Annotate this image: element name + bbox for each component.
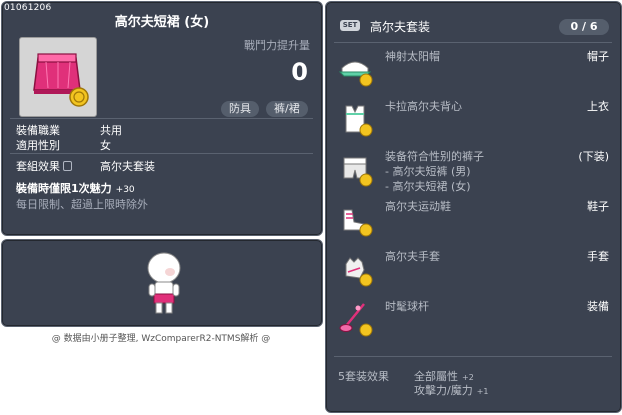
divider	[10, 153, 313, 154]
set-badge: SET	[340, 20, 360, 31]
gender-label: 適用性別	[16, 139, 60, 152]
coin-icon	[69, 87, 89, 107]
set-item: 时髦球杆 装備	[336, 300, 611, 345]
set-effect-count-label: 5套装效果	[338, 370, 389, 383]
glove-icon	[345, 257, 373, 287]
tag-pants-skirt: 裤/裙	[266, 101, 308, 117]
set-effect-value: +1	[476, 387, 489, 396]
set-item-sub: - 高尔夫短裙 (女)	[385, 180, 471, 193]
item-title: 高尔夫短裙 (女)	[114, 15, 210, 30]
set-item-name: 高尔夫运动鞋	[385, 200, 451, 213]
set-item-slot: 上衣	[587, 100, 609, 113]
combat-power-value: 0	[291, 58, 308, 86]
lock-icon	[63, 161, 72, 171]
vest-icon	[345, 105, 373, 137]
cap-icon	[338, 61, 373, 87]
set-item-slot: (下装)	[578, 150, 609, 163]
charm-bonus-value: +30	[115, 185, 135, 195]
set-item-slot: 鞋子	[587, 200, 609, 213]
set-item-name: 卡拉高尔夫背心	[385, 100, 462, 113]
divider	[10, 118, 313, 119]
combat-power-label: 戰鬥力提升量	[244, 39, 310, 52]
shorts-icon	[343, 157, 373, 187]
golf-club-icon	[339, 303, 373, 337]
set-name: 高尔夫套装	[370, 20, 431, 34]
divider	[334, 356, 612, 357]
set-item: 装备符合性别的裤子 (下装) - 高尔夫短裤 (男) - 高尔夫短裙 (女)	[336, 150, 611, 195]
job-value: 共用	[100, 124, 122, 137]
set-item-slot: 手套	[587, 250, 609, 263]
character-avatar	[147, 252, 181, 314]
set-item: 高尔夫手套 手套	[336, 250, 611, 295]
set-item-slot: 装備	[587, 300, 609, 313]
set-effect-value: +2	[462, 373, 474, 382]
item-icon-box	[19, 37, 97, 117]
set-item-name: 时髦球杆	[385, 300, 429, 313]
set-item-name: 高尔夫手套	[385, 250, 440, 263]
gender-value: 女	[100, 139, 111, 152]
shoes-icon	[343, 209, 373, 237]
set-item: 神射太阳帽 帽子	[336, 50, 611, 95]
set-effect-label: 套組效果	[16, 160, 60, 173]
job-label: 裝備職業	[16, 124, 60, 137]
set-item: 卡拉高尔夫背心 上衣	[336, 100, 611, 145]
charm-bonus-text: 裝備時僅限1次魅力	[16, 182, 112, 195]
set-effect-line: 攻擊力/魔力 +1	[414, 382, 489, 398]
tag-armor: 防具	[221, 101, 259, 117]
set-count: 0 / 6	[559, 19, 609, 35]
divider	[334, 42, 612, 43]
set-effect-value: 高尔夫套装	[100, 160, 155, 173]
item-tooltip: 01061206 高尔夫短裙 (女) 戰鬥力提升量 0 防具 裤/裙 裝備職業 …	[1, 1, 323, 236]
avatar-preview	[1, 239, 323, 327]
set-effect-text: 攻擊力/魔力	[414, 384, 473, 397]
charm-bonus: 裝備時僅限1次魅力 +30	[16, 180, 135, 196]
credit-text: @ 数据由小册子整理, WzComparerR2-NTMS解析 @	[51, 334, 271, 344]
set-item-slot: 帽子	[587, 50, 609, 63]
daily-limit-text: 每日限制、超過上限時除外	[16, 198, 148, 211]
set-item-name: 神射太阳帽	[385, 50, 440, 63]
set-item-sub: - 高尔夫短裤 (男)	[385, 165, 471, 178]
set-item: 高尔夫运动鞋 鞋子	[336, 200, 611, 245]
set-item-name: 装备符合性别的裤子	[385, 150, 484, 163]
set-tooltip: SET 高尔夫套装 0 / 6 神射太阳帽 帽子 卡拉高尔夫背心 上衣 装备符合…	[325, 1, 622, 413]
